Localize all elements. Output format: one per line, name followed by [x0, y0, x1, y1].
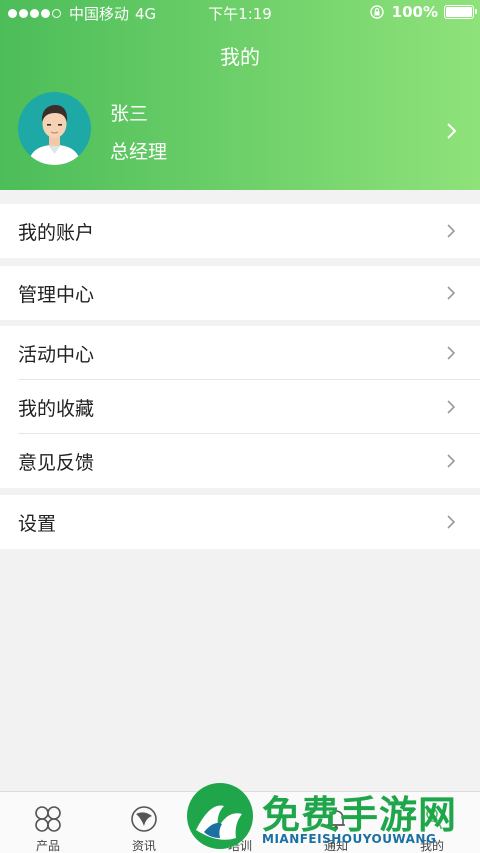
user-avatar-icon: [28, 105, 81, 165]
tab-mine[interactable]: 我的: [384, 792, 480, 853]
menu-item-activity-center[interactable]: 活动中心: [0, 326, 480, 380]
bell-icon: [327, 810, 345, 830]
menu-item-management-center[interactable]: 管理中心: [0, 266, 480, 320]
menu-item-feedback[interactable]: 意见反馈: [0, 434, 480, 488]
chevron-right-icon: [447, 515, 456, 529]
chevron-right-icon: [447, 224, 456, 238]
person-icon: [422, 808, 442, 830]
menu-item-my-favorites[interactable]: 我的收藏: [0, 380, 480, 434]
tab-notifications[interactable]: 通知: [288, 792, 384, 853]
user-name: 张三: [110, 103, 149, 125]
chevron-right-icon: [447, 454, 456, 468]
menu-group-activity: 活动中心 我的收藏 意见反馈: [0, 326, 480, 488]
menu-item-label: 我的账户: [18, 221, 95, 244]
tab-products[interactable]: 产品: [0, 792, 96, 853]
user-role: 总经理: [110, 141, 168, 163]
menu-item-settings[interactable]: 设置: [0, 495, 480, 549]
tab-label: 通知: [323, 839, 348, 853]
menu-item-my-account[interactable]: 我的账户: [0, 204, 480, 258]
clover-icon: [35, 806, 61, 832]
menu-item-label: 我的收藏: [18, 397, 95, 420]
menu-item-label: 活动中心: [18, 343, 95, 366]
menu-item-label: 设置: [18, 512, 57, 535]
battery-percent: 100%: [391, 3, 438, 21]
tab-news[interactable]: 资讯: [96, 792, 192, 853]
tab-label: 资讯: [131, 839, 156, 853]
news-icon: [131, 806, 157, 832]
avatar[interactable]: [18, 92, 91, 165]
battery-icon: [444, 5, 477, 19]
status-right: 100%: [369, 3, 477, 21]
page-title: 我的: [220, 45, 260, 69]
menu-group-management: 管理中心: [0, 266, 480, 320]
menu-group-account: 我的账户: [0, 204, 480, 258]
battery-fill: [446, 7, 472, 17]
chevron-right-icon: [447, 286, 456, 300]
menu-group-settings: 设置: [0, 495, 480, 549]
status-bar: 中国移动 4G 下午1:19 100%: [0, 0, 480, 24]
tab-training[interactable]: 培训: [192, 792, 288, 853]
chevron-right-icon: [447, 346, 456, 360]
menu-item-label: 意见反馈: [18, 451, 95, 474]
training-icon: [230, 808, 250, 830]
chevron-right-icon: [447, 400, 456, 414]
tab-label: 培训: [227, 839, 252, 853]
profile-row[interactable]: 张三 总经理: [0, 90, 480, 170]
bottom-tab-bar: 产品 资讯 培训 通知 我的: [0, 791, 480, 853]
rotation-lock-icon: [369, 5, 384, 19]
menu-item-label: 管理中心: [18, 283, 95, 306]
tab-label: 我的: [419, 839, 444, 853]
tab-label: 产品: [35, 839, 60, 853]
chevron-right-icon[interactable]: [446, 122, 458, 140]
profile-header: 中国移动 4G 下午1:19 100% 我的 张三 总经理: [0, 0, 480, 190]
